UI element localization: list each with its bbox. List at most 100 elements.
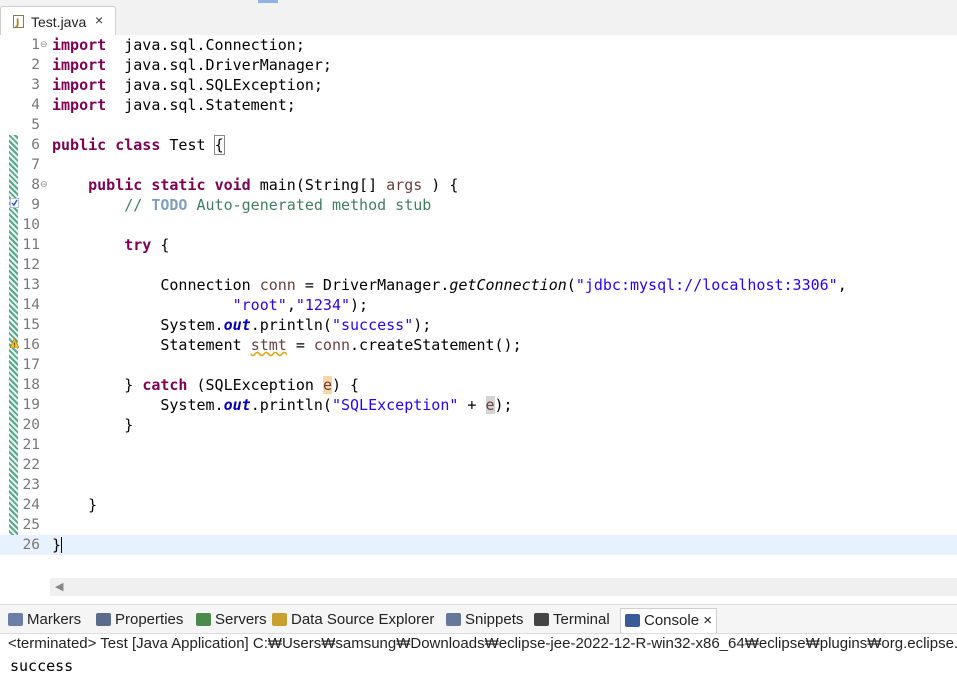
code-line[interactable]: 21 — [0, 435, 957, 455]
code-line[interactable]: 20 } — [0, 415, 957, 435]
code-editor[interactable]: 1 ⊖ import java.sql.Connection; 2 import jav… — [0, 35, 957, 600]
code-line[interactable]: 6 public class Test { — [0, 135, 957, 155]
line-number: 14 — [22, 297, 40, 313]
code-token: + — [458, 396, 486, 414]
code-token: .println( — [250, 396, 332, 414]
tab-properties[interactable]: Properties — [96, 608, 183, 632]
close-icon[interactable]: × — [699, 612, 712, 629]
code-line[interactable]: 17 — [0, 355, 957, 375]
code-token: e — [322, 376, 332, 394]
line-number: 24 — [22, 497, 40, 513]
code-token: .createStatement(); — [350, 336, 522, 354]
line-number: 1 — [31, 37, 40, 53]
code-line[interactable]: 1 ⊖ import java.sql.Connection; — [0, 35, 957, 55]
code-line[interactable]: 26} — [0, 535, 957, 555]
code-text: System.out.println("success"); — [52, 315, 431, 335]
tab-markers[interactable]: Markers — [8, 608, 81, 632]
code-token: "1234" — [295, 296, 351, 314]
terminal-icon — [534, 613, 549, 626]
code-token: catch — [142, 376, 188, 394]
code-token: { — [151, 236, 170, 254]
line-number: 15 — [22, 317, 40, 333]
code-token: // — [124, 196, 152, 214]
code-text: import java.sql.SQLException; — [52, 75, 323, 95]
code-line[interactable]: 4 import java.sql.Statement; — [0, 95, 957, 115]
code-token: } — [52, 536, 62, 554]
tab-data-source-explorer[interactable]: Data Source Explorer — [272, 608, 434, 632]
code-token: java.sql.Connection; — [106, 36, 305, 54]
svg-text:!: ! — [14, 342, 16, 348]
tab-servers[interactable]: Servers — [196, 608, 267, 632]
code-text: public static void main(String[] args ) … — [52, 175, 458, 195]
code-line[interactable]: 12 — [0, 255, 957, 275]
code-token: import — [52, 76, 107, 94]
tab-label: Data Source Explorer — [291, 611, 435, 628]
tab-label: Terminal — [553, 611, 610, 628]
code-text: } catch (SQLException e) { — [52, 375, 359, 395]
line-number: 3 — [31, 77, 40, 93]
editor-tab-label: Test.java — [31, 14, 87, 30]
code-line[interactable]: 5 — [0, 115, 957, 135]
code-token: java.sql.SQLException; — [106, 76, 323, 94]
code-text: try { — [52, 235, 169, 255]
code-token: = — [286, 336, 314, 354]
tab-snippets[interactable]: Snippets — [446, 608, 523, 632]
code-text: } — [52, 415, 133, 435]
code-line[interactable]: 19 System.out.println("SQLException" + e… — [0, 395, 957, 415]
line-number: 26 — [22, 537, 40, 553]
code-text: Statement stmt = conn.createStatement(); — [52, 335, 522, 355]
line-number: 17 — [22, 357, 40, 373]
console-icon — [625, 614, 640, 627]
code-line[interactable]: 10 — [0, 215, 957, 235]
text-cursor — [61, 537, 63, 553]
code-line[interactable]: 15 System.out.println("success"); — [0, 315, 957, 335]
code-line[interactable]: 3 import java.sql.SQLException; — [0, 75, 957, 95]
code-line[interactable]: 13 Connection conn = DriverManager.getCo… — [0, 275, 957, 295]
code-text: public class Test { — [52, 135, 225, 155]
code-token: } — [52, 376, 143, 394]
code-line[interactable]: 2 import java.sql.DriverManager; — [0, 55, 957, 75]
code-line[interactable]: 7 — [0, 155, 957, 175]
fold-toggle-icon[interactable]: ⊖ — [40, 179, 48, 189]
code-token: conn — [259, 276, 296, 294]
data-source-icon — [272, 613, 287, 626]
code-token: Test — [160, 136, 215, 154]
scroll-left-icon[interactable]: ◀ — [55, 580, 63, 593]
code-line[interactable]: 14 "root","1234"); — [0, 295, 957, 315]
code-token: import — [52, 96, 107, 114]
code-token: java.sql.Statement; — [106, 96, 296, 114]
horizontal-scrollbar[interactable]: ◀ — [50, 578, 957, 596]
code-text: import java.sql.Statement; — [52, 95, 296, 115]
code-token: Statement — [52, 336, 251, 354]
code-line[interactable]: 16 Statement stmt = conn.createStatement… — [0, 335, 957, 355]
tab-terminal[interactable]: Terminal — [534, 608, 610, 632]
close-icon[interactable]: × — [95, 12, 103, 28]
code-line[interactable]: 25 — [0, 515, 957, 535]
line-number: 16 — [22, 337, 40, 353]
line-number: 2 — [31, 57, 40, 73]
snippets-icon — [446, 613, 461, 626]
code-line[interactable]: 8 ⊖ public static void main(String[] args… — [0, 175, 957, 195]
code-line[interactable]: 24 } — [0, 495, 957, 515]
code-token: public — [88, 176, 143, 194]
fold-toggle-icon[interactable]: ⊖ — [40, 39, 48, 49]
editor-tab-bar: J Test.java × — [0, 0, 957, 36]
tab-label: Properties — [115, 611, 184, 628]
code-token: "SQLException" — [331, 396, 459, 414]
console-output: success — [10, 657, 74, 675]
code-line[interactable]: 18 } catch (SQLException e) { — [0, 375, 957, 395]
code-token: void — [214, 176, 251, 194]
code-token: ); — [494, 396, 513, 414]
code-line[interactable]: 11 try { — [0, 235, 957, 255]
code-line[interactable]: 23 — [0, 475, 957, 495]
code-line[interactable]: 9 // TODO Auto-generated method stub — [0, 195, 957, 215]
editor-tab-test-java[interactable]: J Test.java × — [0, 6, 116, 36]
code-text: System.out.println("SQLException" + e); — [52, 395, 513, 415]
warning-marker-icon: ! — [10, 338, 19, 348]
code-line[interactable]: 22 — [0, 455, 957, 475]
line-number: 7 — [31, 157, 40, 173]
tab-console[interactable]: Console × — [620, 608, 717, 633]
properties-icon — [96, 613, 111, 626]
code-text: } — [52, 495, 97, 515]
